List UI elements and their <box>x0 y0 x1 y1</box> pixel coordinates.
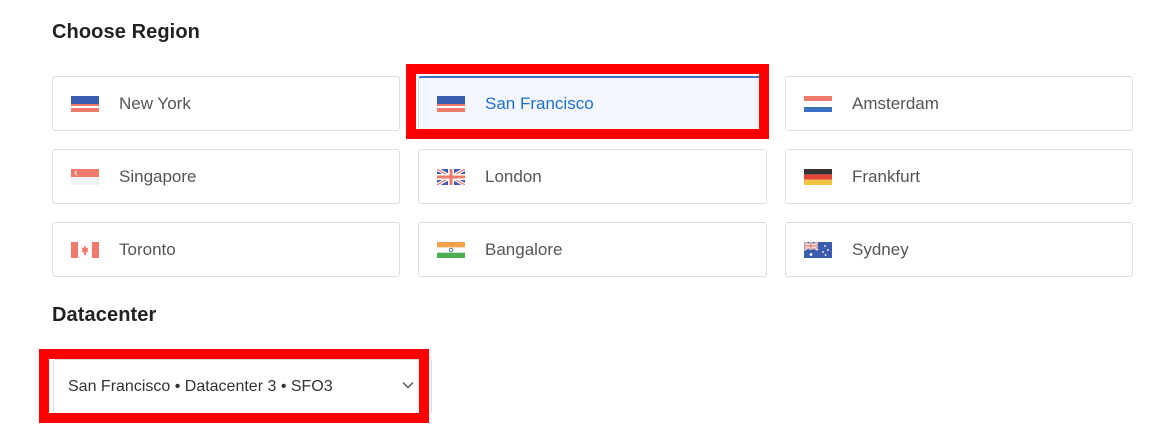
datacenter-selected-value: San Francisco • Datacenter 3 • SFO3 <box>68 377 333 395</box>
region-grid: New York San Francisco Amsterdam Singapo… <box>52 76 1133 277</box>
flag-uk-icon <box>437 168 465 185</box>
region-label: San Francisco <box>485 94 594 113</box>
flag-sg-icon <box>71 168 99 185</box>
choose-region-heading: Choose Region <box>52 21 200 43</box>
region-card-san-francisco[interactable]: San Francisco <box>418 76 767 131</box>
flag-us-icon <box>71 95 99 112</box>
region-label: Toronto <box>119 239 176 259</box>
datacenter-heading: Datacenter <box>52 304 157 326</box>
flag-de-icon <box>804 168 832 185</box>
region-label: Bangalore <box>485 239 563 259</box>
region-card-bangalore[interactable]: Bangalore <box>418 222 767 277</box>
region-card-toronto[interactable]: Toronto <box>52 222 400 277</box>
flag-ca-icon <box>71 241 99 258</box>
flag-nl-icon <box>804 95 832 112</box>
region-card-london[interactable]: London <box>418 149 767 204</box>
region-label: Sydney <box>852 239 909 259</box>
chevron-down-icon <box>401 378 415 392</box>
region-label: Singapore <box>119 166 197 186</box>
region-card-amsterdam[interactable]: Amsterdam <box>785 76 1133 131</box>
region-card-new-york[interactable]: New York <box>52 76 400 131</box>
region-card-frankfurt[interactable]: Frankfurt <box>785 149 1133 204</box>
region-label: Frankfurt <box>852 166 921 186</box>
region-label: London <box>485 166 542 186</box>
flag-in-icon <box>437 241 465 258</box>
datacenter-select[interactable]: San Francisco • Datacenter 3 • SFO3 <box>53 359 432 414</box>
flag-us-icon <box>437 96 465 112</box>
flag-au-icon <box>804 241 832 258</box>
region-label: Amsterdam <box>852 93 939 113</box>
region-label: New York <box>119 93 191 113</box>
region-card-sydney[interactable]: Sydney <box>785 222 1133 277</box>
region-card-singapore[interactable]: Singapore <box>52 149 400 204</box>
